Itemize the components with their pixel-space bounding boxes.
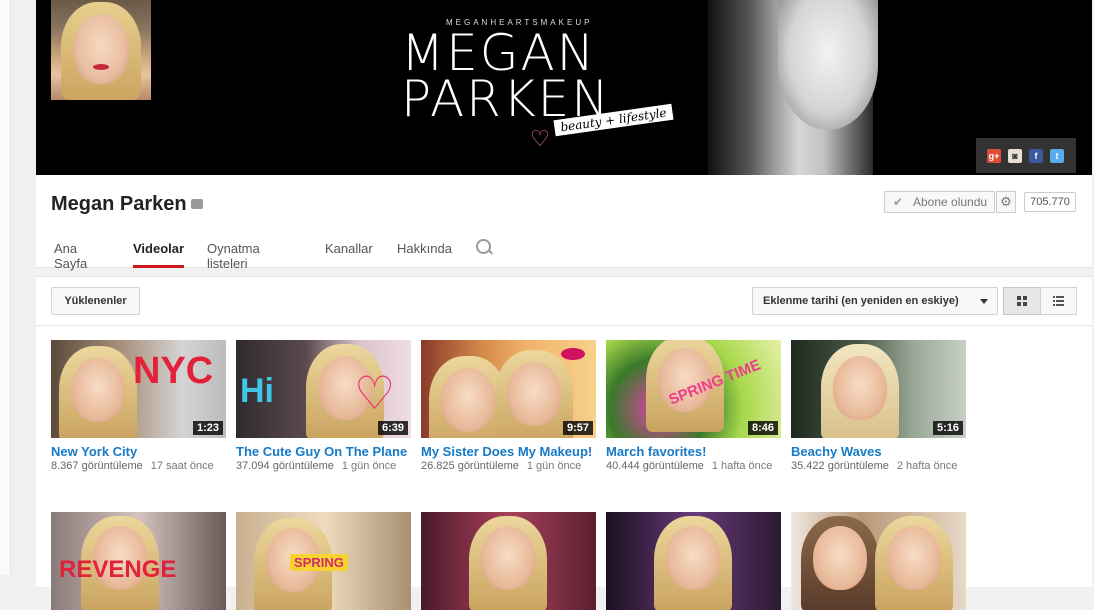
grid-icon [1017,296,1027,306]
video-item[interactable]: REVENGE [51,512,226,610]
lips-icon [561,348,585,360]
video-duration: 5:16 [932,421,963,435]
avatar-lips [93,64,109,70]
video-title[interactable]: March favorites! [606,444,781,459]
social-links: g+ ◙ f t [976,138,1076,173]
sort-label: Eklenme tarihi (en yeniden en eskiye) [763,295,959,307]
channel-banner: MEGANHEARTSMAKEUP MEGAN PARKEN ♡ beauty … [36,0,1092,175]
video-item[interactable] [421,512,596,610]
video-thumbnail[interactable] [791,512,966,610]
subscriber-count: 705.770 [1024,192,1076,212]
video-thumbnail[interactable]: NYC 1:23 [51,340,226,438]
video-item[interactable] [791,512,966,610]
video-duration: 6:39 [377,421,408,435]
list-view-button[interactable] [1040,287,1077,315]
sort-dropdown[interactable]: Eklenme tarihi (en yeniden en eskiye) [752,287,998,315]
divider [36,325,1092,326]
channel-avatar[interactable] [51,0,151,100]
thumb-face [887,526,941,590]
video-item[interactable]: 5:16 Beachy Waves 35.422 görüntüleme 2 ha… [791,340,966,472]
video-thumbnail[interactable]: SPRING TIME 8:46 [606,340,781,438]
thumb-face [833,356,887,420]
video-duration: 1:23 [192,421,223,435]
upload-age: 1 gün önce [526,460,582,472]
video-title[interactable]: Beachy Waves [791,444,966,459]
view-count: 8.367 görüntüleme [51,460,143,472]
video-meta: 40.444 görüntüleme 1 hafta önce [606,460,781,472]
video-thumbnail[interactable]: 9:57 [421,340,596,438]
video-title[interactable]: New York City [51,444,226,459]
banner-photo-face [778,0,878,130]
video-title[interactable]: My Sister Does My Makeup! [421,444,596,459]
thumb-overlay-text: REVENGE [59,556,177,583]
thumb-face [507,362,561,426]
chevron-down-icon [980,299,988,304]
upload-age: 2 hafta önce [896,460,958,472]
video-item[interactable]: Hi ♡ 6:39 The Cute Guy On The Plane 37.0… [236,340,411,472]
tab-about[interactable]: Hakkında [397,241,452,267]
channel-name[interactable]: Megan Parken [51,193,187,216]
videos-section: Yüklenenler Eklenme tarihi (en yeniden e… [36,276,1092,610]
video-meta: 26.825 görüntüleme 1 gün önce [421,460,596,472]
video-thumbnail[interactable] [606,512,781,610]
video-item[interactable]: NYC 1:23 New York City 8.367 görüntüleme… [51,340,226,472]
gear-icon[interactable]: ⚙ [996,191,1016,213]
upload-age: 1 gün önce [341,460,397,472]
thumb-face [71,358,125,422]
thumb-face [481,526,535,590]
thumb-face [813,526,867,590]
thumb-overlay-text: Hi [240,372,274,410]
video-item[interactable] [606,512,781,610]
thumb-face [441,368,495,432]
subscribe-label: Abone olundu [913,195,988,209]
video-item[interactable]: SPRING [236,512,411,610]
uploads-filter-button[interactable]: Yüklenenler [51,287,140,315]
grid-view-button[interactable] [1003,287,1041,315]
tab-playlists[interactable]: Oynatma listeleri [207,241,260,271]
channel-page: MEGANHEARTSMAKEUP MEGAN PARKEN ♡ beauty … [36,0,1092,610]
twitter-icon[interactable]: t [1050,149,1064,163]
view-count: 37.094 görüntüleme [236,460,334,472]
thumb-overlay-text: NYC [133,350,214,392]
banner-title: MEGAN PARKEN [401,28,631,124]
video-duration: 9:57 [562,421,593,435]
video-meta: 8.367 görüntüleme 17 saat önce [51,460,226,472]
video-item[interactable]: SPRING TIME 8:46 March favorites! 40.444… [606,340,781,472]
search-icon[interactable] [476,239,491,254]
view-count: 40.444 görüntüleme [606,460,704,472]
tab-home[interactable]: Ana Sayfa [54,241,87,271]
left-gutter [0,0,11,575]
view-count: 35.422 görüntüleme [791,460,889,472]
thumb-overlay-text: SPRING [290,554,348,571]
video-thumbnail[interactable]: REVENGE [51,512,226,610]
upload-age: 17 saat önce [150,460,214,472]
video-thumbnail[interactable]: SPRING [236,512,411,610]
heart-icon: ♡ [530,126,550,151]
facebook-icon[interactable]: f [1029,149,1043,163]
avatar-face [73,14,129,84]
video-title[interactable]: The Cute Guy On The Plane [236,444,411,459]
tab-channels[interactable]: Kanallar [325,241,373,267]
video-thumbnail[interactable] [421,512,596,610]
video-thumbnail[interactable]: 5:16 [791,340,966,438]
upload-age: 1 hafta önce [711,460,773,472]
verified-icon [191,199,203,209]
subscribe-button[interactable]: ✔ Abone olundu [884,191,995,213]
thumb-face [666,526,720,590]
google-plus-icon[interactable]: g+ [987,149,1001,163]
view-count: 26.825 görüntüleme [421,460,519,472]
checkmark-icon: ✔ [893,195,904,209]
video-item[interactable]: 9:57 My Sister Does My Makeup! 26.825 gö… [421,340,596,472]
video-duration: 8:46 [747,421,778,435]
video-meta: 37.094 görüntüleme 1 gün önce [236,460,411,472]
channel-header: Megan Parken ✔ Abone olundu ⚙ 705.770 An… [36,175,1092,271]
tab-videos[interactable]: Videolar [133,241,185,268]
list-icon [1053,296,1064,306]
instagram-icon[interactable]: ◙ [1008,149,1022,163]
video-thumbnail[interactable]: Hi ♡ 6:39 [236,340,411,438]
video-meta: 35.422 görüntüleme 2 hafta önce [791,460,966,472]
heart-icon: ♡ [354,367,396,419]
